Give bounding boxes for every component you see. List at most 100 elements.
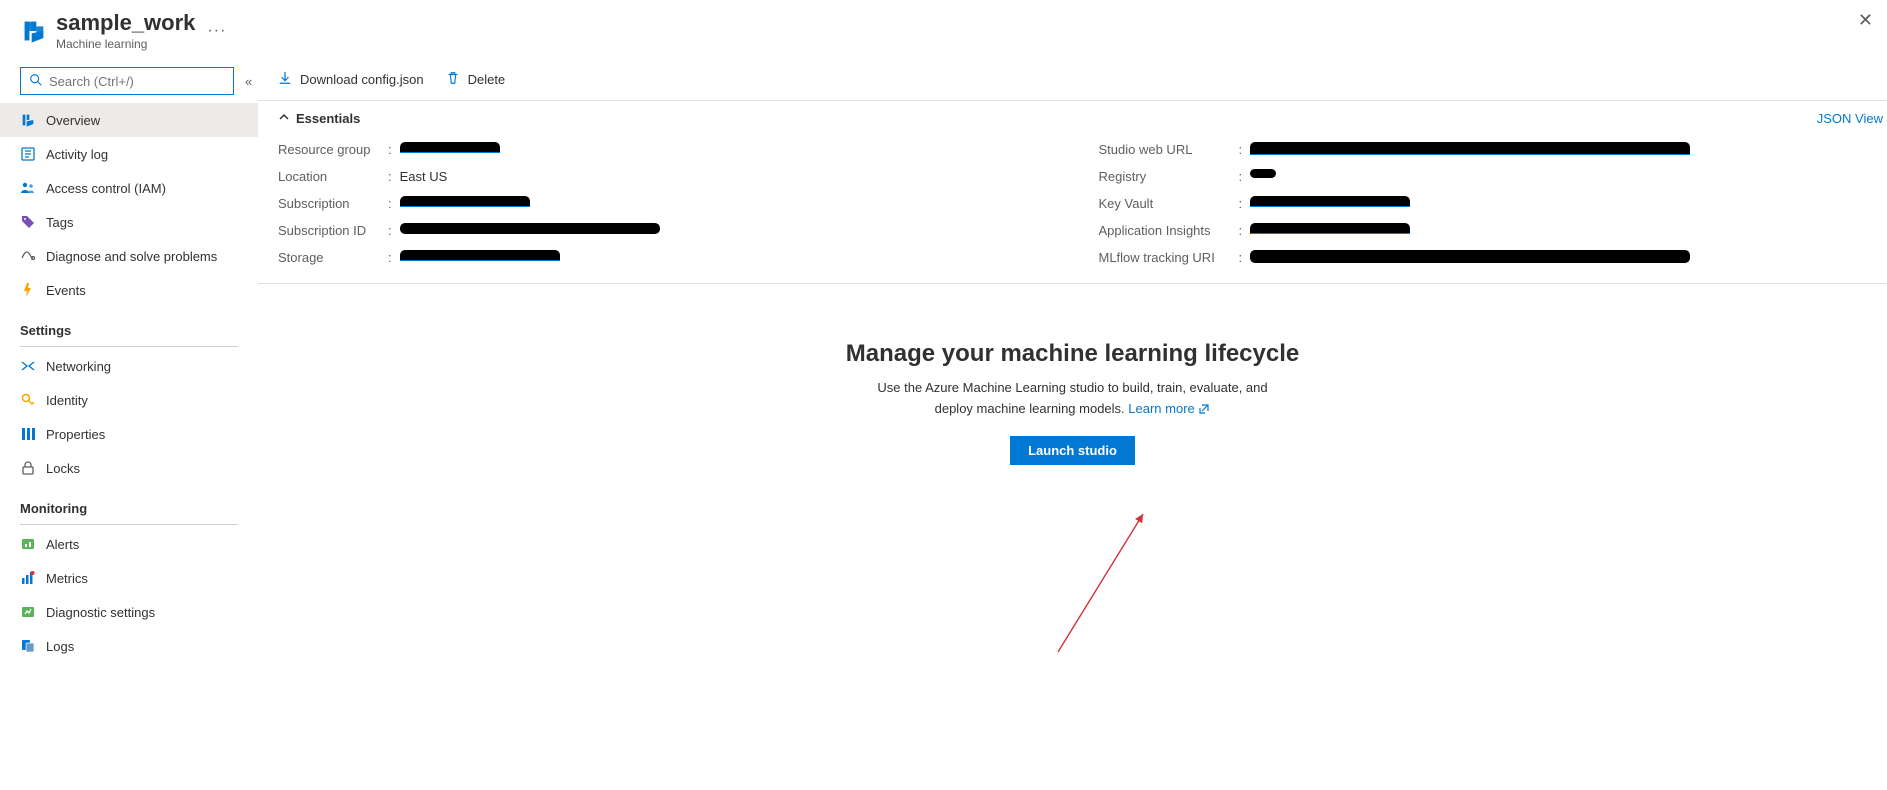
essentials-row-subscription: Subscription: bbox=[278, 190, 1059, 217]
colon: : bbox=[388, 196, 400, 211]
colon: : bbox=[1239, 142, 1251, 157]
colon: : bbox=[388, 250, 400, 265]
redacted-value bbox=[1250, 169, 1276, 178]
colon: : bbox=[1239, 250, 1251, 265]
redacted-value bbox=[1250, 250, 1690, 263]
sidebar-item-diagnose-and-solve-problems[interactable]: Diagnose and solve problems bbox=[0, 239, 258, 273]
redacted-value bbox=[1250, 223, 1410, 234]
sidebar-item-networking[interactable]: Networking bbox=[0, 349, 258, 383]
header: sample_work Machine learning ··· ✕ bbox=[0, 0, 1887, 57]
sidebar-item-label: Logs bbox=[46, 639, 74, 654]
sidebar-item-tags[interactable]: Tags bbox=[0, 205, 258, 239]
essentials-value: East US bbox=[400, 169, 1059, 184]
hero-title: Manage your machine learning lifecycle bbox=[258, 340, 1887, 368]
essentials-label: Subscription bbox=[278, 196, 388, 211]
essentials-row-key-vault: Key Vault: bbox=[1099, 190, 1880, 217]
sidebar-item-label: Identity bbox=[46, 393, 88, 408]
essentials-row-mlflow-tracking-uri: MLflow tracking URI: bbox=[1099, 244, 1880, 271]
sidebar-item-access-control-iam[interactable]: Access control (IAM) bbox=[0, 171, 258, 205]
essentials-toggle[interactable]: Essentials bbox=[278, 111, 360, 126]
redacted-value bbox=[1250, 196, 1410, 207]
essentials-label: Location bbox=[278, 169, 388, 184]
learn-more-link[interactable]: Learn more bbox=[1128, 401, 1210, 416]
sidebar-item-logs[interactable]: Logs bbox=[0, 629, 258, 663]
sidebar-item-label: Overview bbox=[46, 113, 100, 128]
essentials-value[interactable] bbox=[400, 196, 1059, 207]
colon: : bbox=[1239, 223, 1251, 238]
events-icon bbox=[20, 282, 36, 298]
download-icon bbox=[278, 71, 292, 88]
hero-description: Use the Azure Machine Learning studio to… bbox=[863, 378, 1283, 420]
sidebar-item-label: Metrics bbox=[46, 571, 88, 586]
sidebar-item-properties[interactable]: Properties bbox=[0, 417, 258, 451]
sidebar-item-label: Locks bbox=[46, 461, 80, 476]
page-subtitle: Machine learning bbox=[56, 37, 195, 51]
colon: : bbox=[388, 169, 400, 184]
essentials-value[interactable] bbox=[1250, 223, 1879, 234]
essentials-value[interactable] bbox=[1250, 196, 1879, 207]
download-config-button[interactable]: Download config.json bbox=[278, 71, 424, 88]
essentials-value bbox=[1250, 250, 1879, 263]
json-view-link[interactable]: JSON View bbox=[1817, 111, 1887, 126]
more-actions-button[interactable]: ··· bbox=[207, 22, 226, 40]
sidebar-item-identity[interactable]: Identity bbox=[0, 383, 258, 417]
hero: Manage your machine learning lifecycle U… bbox=[258, 284, 1887, 465]
redacted-value bbox=[400, 142, 500, 153]
essentials-label: Key Vault bbox=[1099, 196, 1239, 211]
colon: : bbox=[1239, 169, 1251, 184]
essentials-value[interactable] bbox=[400, 142, 1059, 153]
sidebar-item-label: Alerts bbox=[46, 537, 79, 552]
sidebar-item-locks[interactable]: Locks bbox=[0, 451, 258, 485]
close-button[interactable]: ✕ bbox=[1858, 10, 1873, 31]
colon: : bbox=[388, 223, 400, 238]
sidebar-item-diagnostic-settings[interactable]: Diagnostic settings bbox=[0, 595, 258, 629]
tags-icon bbox=[20, 214, 36, 230]
colon: : bbox=[388, 142, 400, 157]
sidebar-item-label: Activity log bbox=[46, 147, 108, 162]
ml-workspace-icon bbox=[20, 17, 48, 45]
sidebar-item-overview[interactable]: Overview bbox=[0, 103, 258, 137]
essentials-label: Application Insights bbox=[1099, 223, 1239, 238]
sidebar-item-events[interactable]: Events bbox=[0, 273, 258, 307]
essentials-label: Registry bbox=[1099, 169, 1239, 184]
essentials-label: Studio web URL bbox=[1099, 142, 1239, 157]
essentials-row-location: Location:East US bbox=[278, 163, 1059, 190]
essentials-row-registry: Registry: bbox=[1099, 163, 1880, 190]
trash-icon bbox=[446, 71, 460, 88]
sidebar: « Overview Activity log Access control (IA… bbox=[0, 57, 258, 790]
sidebar-item-label: Networking bbox=[46, 359, 111, 374]
essentials-value[interactable] bbox=[400, 250, 1059, 261]
overview-icon bbox=[20, 112, 36, 128]
metrics-icon bbox=[20, 570, 36, 586]
annotation-arrow bbox=[1048, 502, 1168, 662]
download-config-label: Download config.json bbox=[300, 72, 424, 87]
essentials-heading: Essentials bbox=[296, 111, 360, 126]
search-input-wrapper[interactable] bbox=[20, 67, 234, 95]
sidebar-item-label: Tags bbox=[46, 215, 73, 230]
redacted-value bbox=[400, 250, 560, 261]
search-input[interactable] bbox=[49, 74, 225, 89]
search-icon bbox=[29, 73, 43, 90]
delete-button[interactable]: Delete bbox=[446, 71, 506, 88]
sidebar-section-monitoring: Monitoring bbox=[0, 485, 258, 522]
redacted-value bbox=[400, 223, 660, 234]
essentials-label: Storage bbox=[278, 250, 388, 265]
launch-studio-button[interactable]: Launch studio bbox=[1010, 436, 1135, 465]
essentials-value bbox=[400, 223, 1059, 234]
essentials-value[interactable] bbox=[1250, 142, 1879, 155]
essentials-row-storage: Storage: bbox=[278, 244, 1059, 271]
main: Download config.json Delete Essentials J… bbox=[258, 57, 1887, 790]
essentials-label: MLflow tracking URI bbox=[1099, 250, 1239, 265]
redacted-value bbox=[1250, 142, 1690, 155]
sidebar-item-metrics[interactable]: Metrics bbox=[0, 561, 258, 595]
networking-icon bbox=[20, 358, 36, 374]
diagnose-icon bbox=[20, 248, 36, 264]
sidebar-item-alerts[interactable]: Alerts bbox=[0, 527, 258, 561]
essentials-label: Resource group bbox=[278, 142, 388, 157]
collapse-sidebar-button[interactable]: « bbox=[242, 71, 255, 92]
divider bbox=[20, 346, 238, 347]
sidebar-item-activity-log[interactable]: Activity log bbox=[0, 137, 258, 171]
colon: : bbox=[1239, 196, 1251, 211]
page-title: sample_work bbox=[56, 10, 195, 36]
alerts-icon bbox=[20, 536, 36, 552]
